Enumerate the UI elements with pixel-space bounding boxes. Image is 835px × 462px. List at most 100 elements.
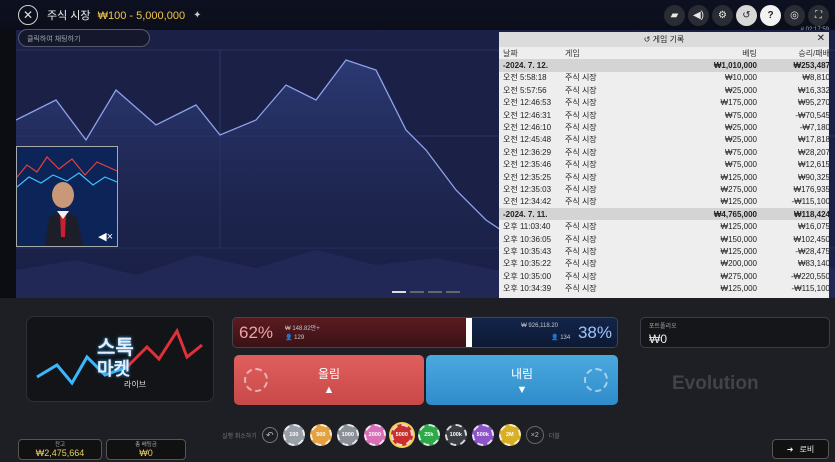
chip-list: 100 500 1000 2000 5000 25k 100k 500k 2M bbox=[282, 424, 521, 446]
chat-input[interactable]: 클릭하여 채팅하기 bbox=[18, 29, 150, 47]
balance-value: ₩2,475,664 bbox=[35, 448, 85, 458]
history-result: ₩17,818 bbox=[797, 135, 830, 145]
history-row[interactable]: 오전 12:34:42 주식 시장 ₩125,000 -₩115,100 bbox=[499, 196, 830, 208]
history-row[interactable]: 오후 10:34:39 주식 시장 ₩125,000 -₩115,100 bbox=[499, 282, 830, 294]
top-toolbar: ▰ ◀) ⚙ ↺ ? ◎ ⛶ bbox=[664, 5, 829, 26]
history-result: -₩115,100 bbox=[791, 197, 830, 207]
history-title-text: 게임 기록 bbox=[652, 35, 685, 44]
chip-500k[interactable]: 500k bbox=[471, 424, 494, 446]
sound-icon[interactable]: ◀) bbox=[688, 5, 709, 26]
history-row[interactable]: 오전 12:35:46 주식 시장 ₩75,000 ₩12,615 bbox=[499, 159, 830, 171]
chat-icon[interactable]: ▰ bbox=[664, 5, 685, 26]
up-amount: ₩ 148.82만+ bbox=[285, 326, 320, 332]
help-icon[interactable]: ? bbox=[760, 5, 781, 26]
history-row[interactable]: 오전 5:58:18 주식 시장 ₩10,000 ₩8,810 bbox=[499, 72, 830, 84]
history-game: 주식 시장 bbox=[565, 172, 597, 182]
chip-100k[interactable]: 100k bbox=[444, 424, 467, 446]
history-time: 오전 12:35:46 bbox=[503, 160, 552, 170]
history-bet-total: ₩1,010,000 bbox=[713, 61, 757, 71]
history-result: ₩102,450 bbox=[793, 234, 830, 244]
history-time: 오전 12:46:31 bbox=[503, 110, 552, 120]
history-game: 주식 시장 bbox=[565, 259, 597, 269]
chip-5000[interactable]: 5000 bbox=[390, 424, 413, 446]
stream-icon[interactable]: ◎ bbox=[784, 5, 805, 26]
history-time: 오후 10:35:43 bbox=[503, 246, 552, 256]
logo-text-2: 마켓 bbox=[97, 359, 131, 380]
history-row[interactable]: 오전 12:46:10 주식 시장 ₩25,000 -₩7,180 bbox=[499, 121, 830, 133]
history-row[interactable]: 오후 10:36:05 주식 시장 ₩150,000 ₩102,450 bbox=[499, 233, 830, 245]
chip-2M[interactable]: 2M bbox=[498, 424, 521, 446]
history-game: 주식 시장 bbox=[565, 85, 597, 95]
chip-500[interactable]: 500 bbox=[309, 424, 332, 446]
history-row[interactable]: 오후 10:35:00 주식 시장 ₩275,000 -₩220,550 bbox=[499, 270, 830, 282]
history-icon[interactable]: ↺ bbox=[736, 5, 757, 26]
history-game: 주식 시장 bbox=[565, 271, 597, 281]
col-result: 승리/패배 bbox=[798, 48, 830, 58]
total-bet-box: 총 베팅금 ₩0 bbox=[106, 439, 186, 460]
history-bet: ₩125,000 bbox=[720, 222, 757, 232]
history-game: 주식 시장 bbox=[565, 160, 597, 170]
undo-icon[interactable]: ↶ bbox=[261, 427, 278, 443]
history-time: 오후 10:35:00 bbox=[503, 271, 552, 281]
history-time: 오후 10:35:22 bbox=[503, 259, 552, 269]
history-game: 주식 시장 bbox=[565, 246, 597, 256]
history-close-icon[interactable]: ✕ bbox=[817, 33, 825, 44]
history-bet: ₩275,000 bbox=[720, 271, 757, 281]
down-percent: 38% bbox=[577, 323, 612, 342]
history-time: 오전 5:57:56 bbox=[503, 85, 547, 95]
chip-100[interactable]: 100 bbox=[282, 424, 305, 446]
game-logo: 스톡 마켓 라이브 bbox=[26, 316, 214, 402]
history-row[interactable]: 오전 12:36:29 주식 시장 ₩75,000 ₩28,207 bbox=[499, 146, 830, 158]
double-button[interactable]: ×2 bbox=[525, 426, 544, 444]
mute-icon[interactable]: ◀× bbox=[98, 230, 113, 243]
betting-area: 스톡 마켓 라이브 62% ₩ 148.82만+ 👤 129 ₩ 926,118… bbox=[0, 298, 835, 462]
history-result: -₩115,100 bbox=[791, 284, 830, 294]
history-bet: ₩25,000 bbox=[724, 123, 757, 133]
gear-icon[interactable]: ⚙ bbox=[712, 5, 733, 26]
chip-2000[interactable]: 2000 bbox=[363, 424, 386, 446]
history-date-row[interactable]: -2024. 7. 12. ₩1,010,000 ₩253,487 bbox=[499, 59, 830, 72]
history-row[interactable]: 오후 11:03:40 주식 시장 ₩125,000 ₩16,075 bbox=[499, 220, 830, 232]
history-row[interactable]: 오전 12:45:48 주식 시장 ₩25,000 ₩17,818 bbox=[499, 134, 830, 146]
history-row[interactable]: 오전 12:46:53 주식 시장 ₩175,000 ₩95,270 bbox=[499, 97, 830, 109]
history-row[interactable]: 오전 12:35:03 주식 시장 ₩275,000 ₩176,935 bbox=[499, 183, 830, 195]
top-bar: ✕ 주식 시장 ₩100 - 5,000,000 ✦ ▰ ◀) ⚙ ↺ ? ◎ … bbox=[0, 0, 835, 33]
history-body: -2024. 7. 12. ₩1,010,000 ₩253,487 오전 5:58:1… bbox=[499, 59, 830, 294]
ratio-divider bbox=[466, 318, 472, 347]
history-header: 날짜 게임 베팅 승리/패배 bbox=[499, 47, 830, 59]
history-bet: ₩75,000 bbox=[724, 147, 757, 157]
chip-1000[interactable]: 1000 bbox=[336, 424, 359, 446]
history-bet: ₩175,000 bbox=[720, 98, 757, 108]
history-date-row[interactable]: -2024. 7. 11. ₩4,765,000 ₩118,424 bbox=[499, 208, 830, 221]
dealer-video[interactable]: ◀× bbox=[16, 146, 118, 247]
game-title: 주식 시장 ₩100 - 5,000,000 bbox=[47, 7, 185, 23]
history-date: -2024. 7. 12. bbox=[503, 61, 548, 71]
undo-label: 실행 취소하기 bbox=[222, 433, 257, 440]
history-bet: ₩125,000 bbox=[720, 284, 757, 294]
history-game: 주식 시장 bbox=[565, 234, 597, 244]
bet-up-button[interactable]: 올림 ▲ bbox=[234, 355, 424, 405]
pin-icon[interactable]: ✦ bbox=[193, 10, 201, 21]
bet-down-label: 내림 bbox=[510, 366, 534, 381]
history-game: 주식 시장 bbox=[565, 284, 597, 294]
history-bet: ₩75,000 bbox=[724, 110, 757, 120]
up-players: 👤 129 bbox=[285, 335, 305, 341]
chip-25k[interactable]: 25k bbox=[417, 424, 440, 446]
lobby-button[interactable]: ➜ 로비 bbox=[772, 439, 829, 459]
coin-placeholder-up bbox=[244, 368, 268, 392]
close-icon[interactable]: ✕ bbox=[18, 5, 38, 25]
history-row[interactable]: 오후 10:35:22 주식 시장 ₩200,000 ₩83,140 bbox=[499, 258, 830, 270]
double-label: 더블 bbox=[548, 433, 560, 440]
history-time: 오전 12:46:53 bbox=[503, 98, 552, 108]
history-time: 오전 12:34:42 bbox=[503, 197, 552, 207]
chip-tray: 실행 취소하기 ↶ 100 500 1000 2000 5000 25k 100k 500k 2… bbox=[222, 424, 560, 446]
bet-down-button[interactable]: 내림 ▼ bbox=[426, 355, 618, 405]
history-row[interactable]: 오전 12:35:25 주식 시장 ₩125,000 ₩90,325 bbox=[499, 171, 830, 183]
balance-box: 잔고 ₩2,475,664 bbox=[18, 439, 102, 460]
history-row[interactable]: 오전 5:57:56 주식 시장 ₩25,000 ₩16,332 bbox=[499, 84, 830, 96]
history-row[interactable]: 오전 12:46:31 주식 시장 ₩75,000 -₩70,545 bbox=[499, 109, 830, 121]
fullscreen-icon[interactable]: ⛶ bbox=[808, 5, 829, 26]
history-row[interactable]: 오후 10:35:43 주식 시장 ₩125,000 -₩28,475 bbox=[499, 245, 830, 257]
history-title: ↺ 게임 기록 ✕ bbox=[499, 32, 829, 47]
arrow-down-icon: ▼ bbox=[516, 383, 528, 396]
